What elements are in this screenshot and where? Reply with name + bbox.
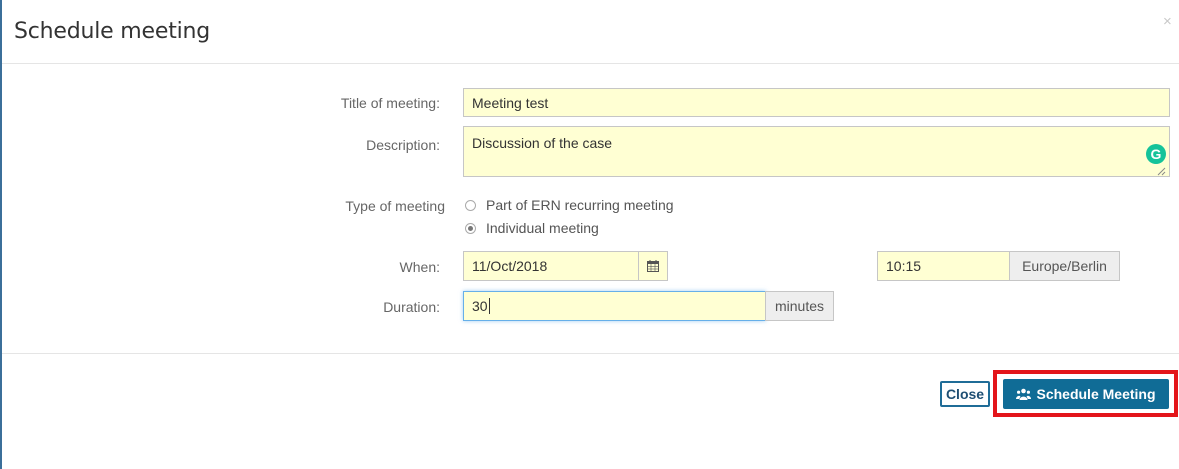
dialog-title: Schedule meeting bbox=[14, 19, 211, 44]
radio-icon[interactable] bbox=[465, 199, 476, 211]
close-x-icon[interactable]: × bbox=[1163, 14, 1172, 29]
type-label: Type of meeting bbox=[345, 198, 445, 214]
description-value: Discussion of the case bbox=[472, 135, 613, 151]
title-input[interactable]: Meeting test bbox=[463, 88, 1170, 117]
duration-unit-addon: minutes bbox=[765, 291, 834, 321]
radio-individual-label: Individual meeting bbox=[486, 220, 599, 236]
users-icon bbox=[1016, 388, 1032, 400]
schedule-meeting-button[interactable]: Schedule Meeting bbox=[1003, 379, 1169, 409]
duration-label: Duration: bbox=[383, 299, 440, 315]
radio-checked-icon[interactable] bbox=[465, 222, 476, 234]
footer-divider bbox=[2, 353, 1179, 354]
radio-recurring-label: Part of ERN recurring meeting bbox=[486, 197, 674, 213]
description-textarea[interactable]: Discussion of the case bbox=[463, 126, 1170, 177]
grammarly-icon[interactable]: G bbox=[1146, 144, 1166, 164]
description-label: Description: bbox=[366, 137, 440, 153]
time-input[interactable]: 10:15 bbox=[877, 251, 1010, 281]
duration-input[interactable]: 30 bbox=[463, 291, 766, 321]
radio-individual-meeting[interactable]: Individual meeting bbox=[465, 220, 599, 236]
text-caret bbox=[488, 298, 490, 314]
when-label: When: bbox=[399, 259, 440, 275]
calendar-button[interactable] bbox=[638, 251, 668, 281]
date-value: 11/Oct/2018 bbox=[472, 258, 548, 274]
radio-recurring-meeting[interactable]: Part of ERN recurring meeting bbox=[465, 197, 674, 213]
schedule-meeting-label: Schedule Meeting bbox=[1036, 386, 1156, 402]
close-button[interactable]: Close bbox=[940, 381, 990, 407]
dialog-header: Schedule meeting × bbox=[2, 0, 1179, 64]
title-value: Meeting test bbox=[472, 94, 549, 111]
timezone-value: Europe/Berlin bbox=[1022, 258, 1107, 274]
time-value: 10:15 bbox=[886, 258, 922, 274]
date-input[interactable]: 11/Oct/2018 bbox=[463, 251, 639, 281]
timezone-addon: Europe/Berlin bbox=[1009, 251, 1120, 281]
title-label: Title of meeting: bbox=[340, 95, 440, 111]
calendar-icon bbox=[647, 260, 659, 272]
duration-value: 30 bbox=[472, 298, 488, 314]
resize-handle-icon[interactable] bbox=[1157, 167, 1166, 176]
schedule-meeting-dialog: Schedule meeting × Title of meeting: Mee… bbox=[0, 0, 1179, 469]
duration-unit: minutes bbox=[774, 298, 825, 314]
